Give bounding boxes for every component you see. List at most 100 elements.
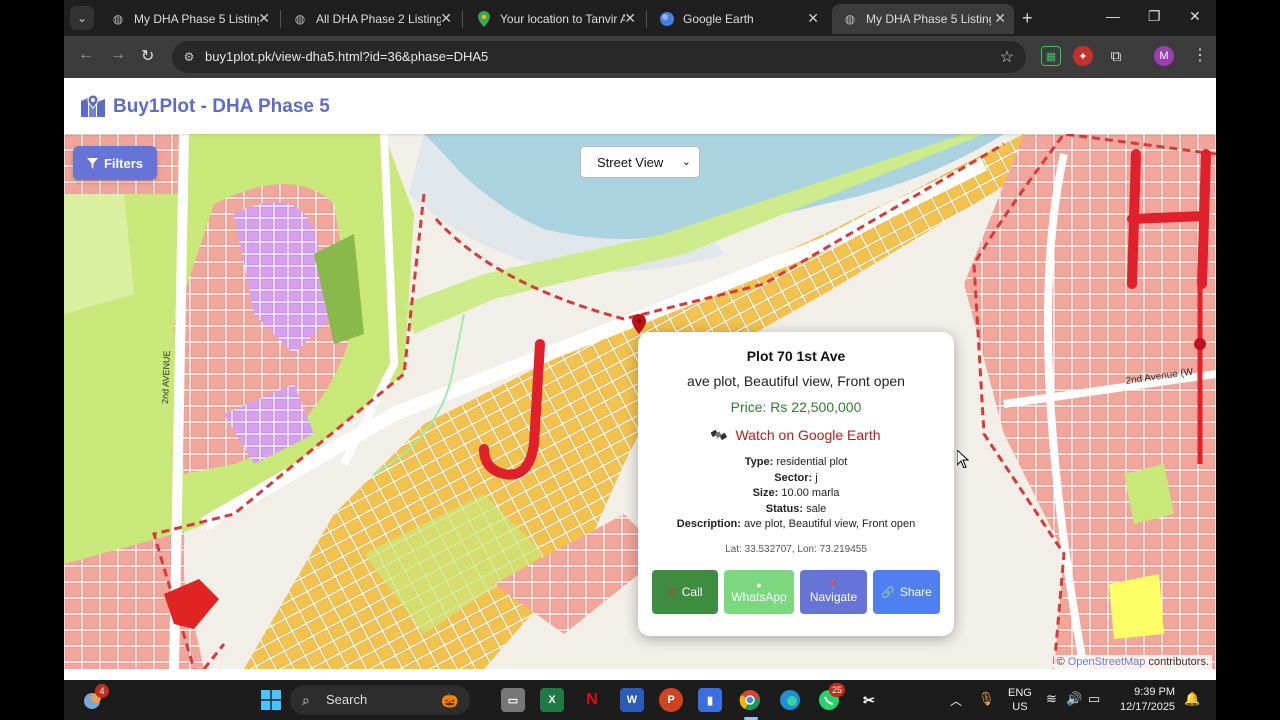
detail-type: Type: residential plot <box>744 456 848 468</box>
tab-separator <box>280 10 281 28</box>
filters-button[interactable]: Filters <box>73 146 157 180</box>
extension-sheets-icon[interactable]: ▦ <box>1041 46 1061 66</box>
close-window-icon[interactable]: ✕ <box>1189 8 1201 25</box>
url-text[interactable]: buy1plot.pk/view-dha5.html?id=36&phase=D… <box>205 49 488 64</box>
map-marked-icon <box>81 95 105 117</box>
bookmark-star-icon[interactable]: ☆ <box>1000 47 1014 67</box>
search-icon: ⌕ <box>302 692 310 708</box>
map-canvas[interactable]: 2nd AVENUE 2nd Avenue (W Filters Street … <box>64 134 1216 669</box>
forward-arrow-icon[interactable]: → <box>110 46 126 64</box>
globe-icon: ◍ <box>844 12 856 26</box>
edge-icon[interactable] <box>778 688 802 712</box>
netflix-icon[interactable]: N <box>580 688 604 712</box>
widgets-badge: 4 <box>95 684 109 698</box>
tab-label: My DHA Phase 5 Listings <box>134 12 259 26</box>
share-button[interactable]: 🔗 Share <box>873 570 940 614</box>
tab-label: My DHA Phase 5 Listings <box>866 12 991 26</box>
close-tab-icon[interactable]: ✕ <box>258 10 270 27</box>
map-label-2nd-avenue: 2nd AVENUE <box>160 350 172 404</box>
pin-icon: 📍 <box>827 580 840 590</box>
menu-kebab-icon[interactable]: ⋮ <box>1192 45 1208 65</box>
phone-icon: ✆ <box>667 586 677 599</box>
notes-app-icon[interactable]: ▮ <box>698 688 722 712</box>
plot-marker-icon[interactable] <box>632 314 646 334</box>
back-arrow-icon[interactable]: ← <box>78 46 94 64</box>
google-earth-link[interactable]: Watch on Google Earth <box>638 427 954 443</box>
browser-window: ⌄ ◍ My DHA Phase 5 Listings ✕ ◍ All DHA … <box>64 0 1216 680</box>
tab-label: All DHA Phase 2 Listings <box>316 12 441 26</box>
word-icon[interactable]: W <box>620 688 644 712</box>
navigate-label: Navigate <box>809 590 858 604</box>
notification-bell-icon[interactable]: 🔔 <box>1184 691 1200 707</box>
page-header: Buy1Plot - DHA Phase 5 <box>64 78 1216 134</box>
tab-dha5-listings-active[interactable]: ◍ My DHA Phase 5 Listings ✕ <box>832 4 1014 34</box>
snipping-tool-icon[interactable]: ✂ <box>857 688 881 712</box>
map-view-select[interactable]: Street View ⌄ <box>580 146 700 178</box>
openstreetmap-link[interactable]: OpenStreetMap <box>1068 656 1146 668</box>
page-title: Buy1Plot - DHA Phase 5 <box>113 96 330 117</box>
close-tab-icon[interactable]: ✕ <box>440 10 452 27</box>
tab-separator <box>462 10 463 28</box>
taskbar: 4 ⌕ Search 🎃 ▭ X N W P ▮ 25 ✂ ︿ 🎙 ENG US… <box>64 680 1216 720</box>
windows-start-icon[interactable] <box>259 688 283 712</box>
reload-icon[interactable]: ↻ <box>141 46 154 66</box>
tab-separator <box>646 10 647 28</box>
whatsapp-label: WhatsApp <box>731 590 787 604</box>
popup-coordinates: Lat: 33.532707, Lon: 73.219455 <box>725 544 867 555</box>
tab-dha5-listings[interactable]: ◍ My DHA Phase 5 Listings ✕ <box>100 4 278 34</box>
funnel-icon <box>86 157 98 169</box>
wifi-icon[interactable]: ≋ <box>1046 691 1057 707</box>
file-explorer-icon[interactable]: ▭ <box>501 688 525 712</box>
google-earth-link-label[interactable]: Watch on Google Earth <box>735 427 880 443</box>
tab-maps-directions[interactable]: Your location to Tanvir Ah ✕ <box>466 4 644 34</box>
battery-icon[interactable]: ▭ <box>1088 691 1100 707</box>
popup-subtitle: ave plot, Beautiful view, Front open <box>687 373 905 389</box>
call-button[interactable]: ✆ Call <box>652 570 718 614</box>
call-label: Call <box>681 585 703 599</box>
search-label: Search <box>326 692 368 707</box>
profile-avatar[interactable]: M <box>1154 46 1174 66</box>
extension-red-icon[interactable]: ✦ <box>1073 46 1093 66</box>
share-label: Share <box>899 585 932 599</box>
detail-description: Description: ave plot, Beautiful view, F… <box>676 518 916 530</box>
excel-icon[interactable]: X <box>540 688 564 712</box>
maps-pin-icon <box>476 11 492 27</box>
globe-icon: ◍ <box>112 12 124 26</box>
popup-title: Plot 70 1st Ave <box>746 348 846 364</box>
popup-price: Price: Rs 22,500,000 <box>730 399 862 415</box>
volume-icon[interactable]: 🔊 <box>1066 691 1082 707</box>
powerpoint-icon[interactable]: P <box>659 688 683 712</box>
chrome-icon[interactable] <box>738 688 762 712</box>
map-attribution: © OpenStreetMap contributors. <box>1053 655 1212 669</box>
plot-details: Type: residential plot Sector: j Size: 1… <box>638 455 954 533</box>
whatsapp-button[interactable]: ● WhatsApp <box>724 570 794 614</box>
restore-icon[interactable]: ❐ <box>1148 8 1161 25</box>
show-hidden-icons-chevron[interactable]: ︿ <box>950 692 962 709</box>
close-tab-icon[interactable]: ✕ <box>994 10 1006 27</box>
search-highlight-icon[interactable]: 🎃 <box>438 688 462 712</box>
browser-toolbar: ← → ↻ ⚙ buy1plot.pk/view-dha5.html?id=36… <box>64 36 1216 78</box>
close-tab-icon[interactable]: ✕ <box>807 10 819 27</box>
close-tab-icon[interactable]: ✕ <box>624 10 636 27</box>
mouse-cursor-icon <box>957 450 969 468</box>
site-info-icon[interactable]: ⚙ <box>180 48 198 66</box>
tab-google-earth[interactable]: Google Earth ✕ <box>649 4 827 34</box>
globe-icon: ◍ <box>294 12 306 26</box>
detail-sector: Sector: j <box>774 471 818 484</box>
tab-dha2-listings[interactable]: ◍ All DHA Phase 2 Listings ✕ <box>282 4 460 34</box>
detail-status: Status: sale <box>765 502 827 515</box>
whatsapp-badge: 25 <box>829 683 846 697</box>
extensions-puzzle-icon[interactable]: ⧉ <box>1106 46 1126 66</box>
microphone-icon[interactable]: 🎙 <box>978 691 995 707</box>
navigate-button[interactable]: 📍 Navigate <box>800 570 867 614</box>
minimize-icon[interactable]: — <box>1106 8 1120 24</box>
new-tab-icon[interactable]: + <box>1022 8 1033 29</box>
tab-strip: ⌄ ◍ My DHA Phase 5 Listings ✕ ◍ All DHA … <box>64 0 1216 36</box>
clock[interactable]: 9:39 PM 12/17/2025 <box>1120 685 1175 715</box>
tab-search-chevron-icon[interactable]: ⌄ <box>70 6 94 30</box>
tab-label: Google Earth <box>683 12 754 26</box>
plot-info-popup: Plot 70 1st Ave ave plot, Beautiful view… <box>638 332 954 636</box>
language-indicator[interactable]: ENG US <box>1008 686 1032 714</box>
detail-size: Size: 10.00 marla <box>752 487 840 499</box>
address-bar[interactable]: ⚙ buy1plot.pk/view-dha5.html?id=36&phase… <box>172 41 1026 73</box>
